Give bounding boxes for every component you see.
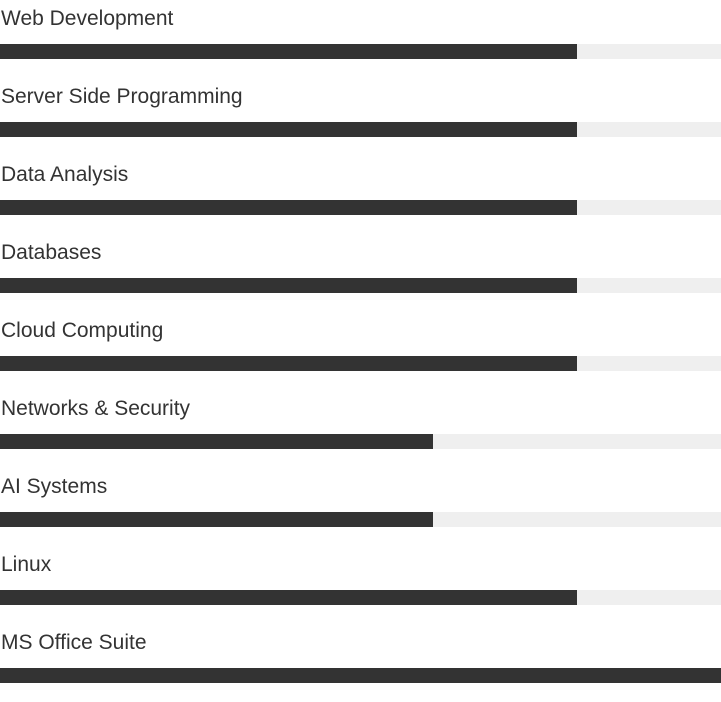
skill-progress-fill <box>0 590 577 605</box>
skill-progress-track <box>0 512 721 527</box>
skill-ai-systems: AI Systems <box>0 468 721 546</box>
skill-progress-track <box>0 434 721 449</box>
skill-label: Cloud Computing <box>1 319 164 342</box>
skill-progress-fill <box>0 356 577 371</box>
skill-label: Databases <box>1 241 102 264</box>
skill-progress-fill <box>0 200 577 215</box>
skill-progress-fill <box>0 512 433 527</box>
skill-web-development: Web Development <box>0 0 721 78</box>
skill-progress-fill <box>0 668 721 683</box>
skill-cloud-computing: Cloud Computing <box>0 312 721 390</box>
skill-progress-fill <box>0 278 577 293</box>
skill-data-analysis: Data Analysis <box>0 156 721 234</box>
skill-progress-track <box>0 590 721 605</box>
skill-progress-track <box>0 278 721 293</box>
skill-databases: Databases <box>0 234 721 312</box>
skill-networks-security: Networks & Security <box>0 390 721 468</box>
skill-progress-track <box>0 44 721 59</box>
skill-linux: Linux <box>0 546 721 624</box>
skill-progress-fill <box>0 44 577 59</box>
skill-progress-track <box>0 356 721 371</box>
skill-label: Linux <box>1 553 52 576</box>
skill-progress-track <box>0 668 721 683</box>
skill-label: Server Side Programming <box>1 85 243 108</box>
skill-ms-office-suite: MS Office Suite <box>0 624 721 702</box>
skill-label: Networks & Security <box>1 397 191 420</box>
skill-progress-track <box>0 200 721 215</box>
skill-label: AI Systems <box>1 475 108 498</box>
skill-server-side-programming: Server Side Programming <box>0 78 721 156</box>
skill-progress-track <box>0 122 721 137</box>
skill-progress-fill <box>0 434 433 449</box>
skill-label: Data Analysis <box>1 163 129 186</box>
skill-label: MS Office Suite <box>1 631 147 654</box>
skill-progress-fill <box>0 122 577 137</box>
skill-label: Web Development <box>1 7 174 30</box>
